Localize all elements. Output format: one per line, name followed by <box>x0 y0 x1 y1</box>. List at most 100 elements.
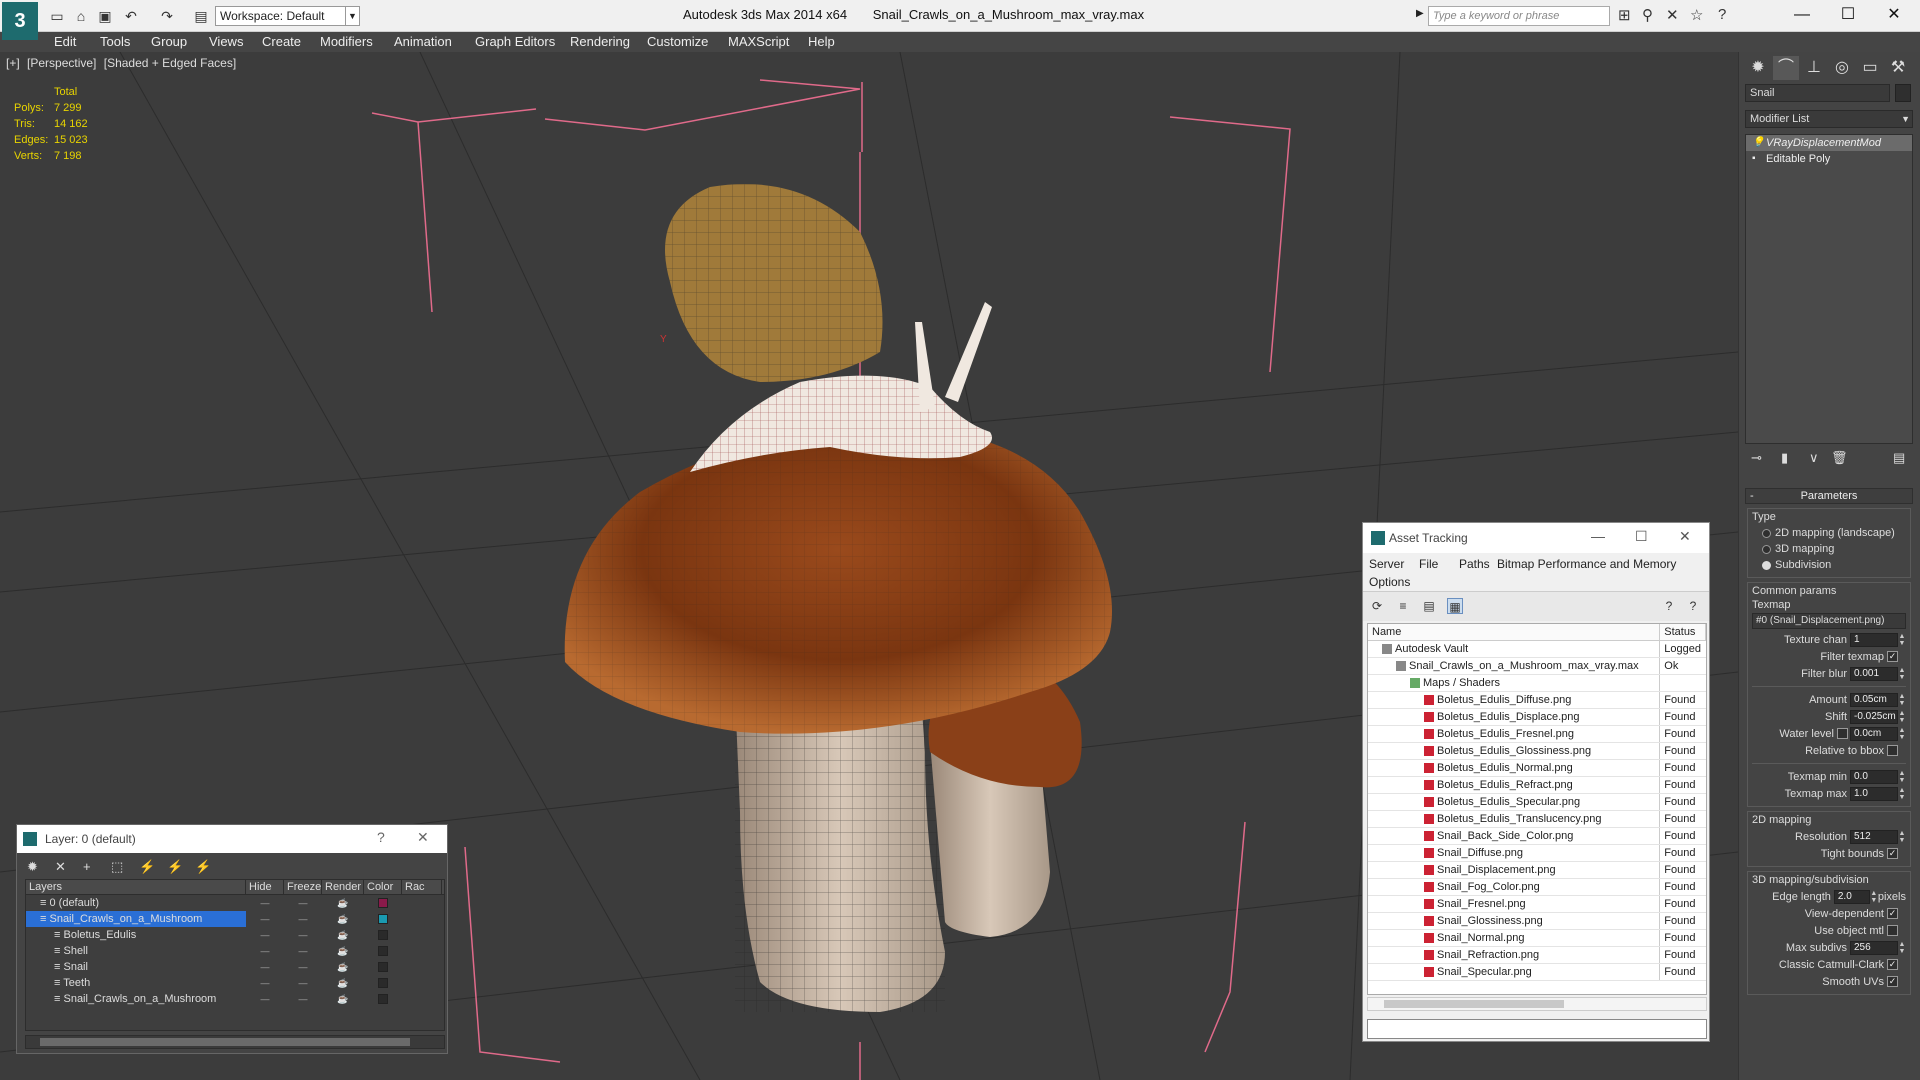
asset-row[interactable]: Boletus_Edulis_Translucency.png Found <box>1368 811 1706 828</box>
horizontal-scrollbar[interactable] <box>25 1035 445 1049</box>
freeze-toggle[interactable]: — <box>284 946 322 956</box>
freeze-toggle[interactable]: — <box>284 994 322 1004</box>
maximize-button[interactable]: ☐ <box>1828 4 1868 28</box>
subscription-icon[interactable]: ⚲ <box>1642 6 1653 24</box>
make-unique-icon[interactable]: ∨ <box>1809 450 1819 466</box>
spinner-arrows-icon[interactable]: ▲ ▼ <box>1898 727 1906 741</box>
create-tab-icon[interactable]: ✹ <box>1745 56 1771 80</box>
asset-row[interactable]: Snail_Fresnel.png Found <box>1368 896 1706 913</box>
menu-edit[interactable]: Edit <box>54 34 76 49</box>
radio-icon[interactable] <box>1762 560 1771 570</box>
layer-row[interactable]: ≡ Snail_Crawls_on_a_Mushroom — — ☕ <box>26 991 444 1007</box>
view-dependent-checkbox[interactable]: ✓ <box>1887 908 1898 919</box>
layer-row[interactable]: ≡ Teeth — — ☕ <box>26 975 444 991</box>
radio-subdivision[interactable]: Subdivision <box>1752 557 1906 573</box>
asset-row[interactable]: Snail_Displacement.png Found <box>1368 862 1706 879</box>
render-teapot-icon[interactable]: ☕ <box>322 914 364 925</box>
close-button[interactable]: ✕ <box>1679 528 1691 545</box>
water-level-spinner[interactable]: 0.0cm <box>1850 726 1898 741</box>
freeze-toggle[interactable]: — <box>284 978 322 988</box>
layer-row[interactable]: ≡ Snail_Crawls_on_a_Mushroom — — ☕ <box>26 911 444 927</box>
layer-name-cell[interactable]: ≡ Snail_Crawls_on_a_Mushroom <box>26 991 246 1007</box>
layer-color-swatch[interactable] <box>378 930 388 940</box>
search-expand-icon[interactable]: ▶ <box>1416 8 1424 19</box>
filter-blur-spinner[interactable]: 0.001 <box>1850 666 1898 681</box>
help-icon[interactable]: ? <box>1661 598 1677 614</box>
plus-box-icon[interactable]: ▪ <box>1752 151 1756 167</box>
new-file-icon[interactable]: ▭ <box>48 7 66 25</box>
menu-tools[interactable]: Tools <box>100 34 130 49</box>
asset-row[interactable]: Autodesk Vault Logged <box>1368 641 1706 658</box>
layer-color-swatch[interactable] <box>378 994 388 1004</box>
max-subdivs-spinner[interactable]: 256 <box>1850 940 1898 955</box>
freeze-toggle[interactable]: — <box>284 930 322 940</box>
menu-modifiers[interactable]: Modifiers <box>320 34 373 49</box>
horizontal-scrollbar[interactable] <box>1367 997 1707 1011</box>
spinner-arrows-icon[interactable]: ▲ ▼ <box>1898 667 1906 681</box>
close-button[interactable]: ✕ <box>1874 4 1914 28</box>
menu-maxscript[interactable]: MAXScript <box>728 34 789 49</box>
col-layers[interactable]: Layers <box>26 880 246 894</box>
smooth-uvs-checkbox[interactable]: ✓ <box>1887 976 1898 987</box>
utilities-tab-icon[interactable]: ⚒ <box>1885 56 1911 80</box>
hierarchy-tab-icon[interactable]: ⊥ <box>1801 56 1827 80</box>
relative-bbox-checkbox[interactable] <box>1887 745 1898 756</box>
layer-row[interactable]: ≡ Boletus_Edulis — — ☕ <box>26 927 444 943</box>
spinner-arrows-icon[interactable]: ▲ ▼ <box>1898 787 1906 801</box>
help-info-icon[interactable]: ? <box>1685 598 1701 614</box>
asset-row[interactable]: Snail_Back_Side_Color.png Found <box>1368 828 1706 845</box>
freeze-toggle[interactable]: — <box>284 914 322 924</box>
add-to-layer-icon[interactable]: + <box>83 859 91 874</box>
highlight-layer-icon[interactable]: ⚡ <box>139 859 155 875</box>
viewport-label[interactable]: [+] [Perspective] [Shaded + Edged Faces] <box>6 56 240 70</box>
shift-spinner[interactable]: -0.025cm <box>1850 709 1898 724</box>
layer-row[interactable]: ≡ 0 (default) — — ☕ <box>26 895 444 911</box>
hide-toggle[interactable]: — <box>246 978 284 988</box>
menu-server[interactable]: Server <box>1369 557 1404 571</box>
radio-3d-mapping[interactable]: 3D mapping <box>1752 541 1906 557</box>
layer-color-swatch[interactable] <box>378 962 388 972</box>
binoculars-icon[interactable]: ⊞ <box>1618 6 1631 24</box>
help-button[interactable]: ? <box>377 829 385 845</box>
radio-2d-mapping[interactable]: 2D mapping (landscape) <box>1752 525 1906 541</box>
layer-name-cell[interactable]: ≡ Boletus_Edulis <box>26 927 246 943</box>
menu-graph-editors[interactable]: Graph Editors <box>475 34 555 49</box>
resolution-spinner[interactable]: 512 <box>1850 829 1898 844</box>
table-view-icon[interactable]: ▦ <box>1447 598 1463 614</box>
asset-row[interactable]: Snail_Fog_Color.png Found <box>1368 879 1706 896</box>
freeze-all-icon[interactable]: ⚡ <box>195 859 211 875</box>
menu-paths[interactable]: Paths <box>1459 557 1490 571</box>
edge-length-spinner[interactable]: 2.0 <box>1833 889 1870 904</box>
col-name[interactable]: Name <box>1368 624 1661 640</box>
object-color-swatch[interactable] <box>1895 84 1911 102</box>
pin-stack-icon[interactable]: ⊸ <box>1751 450 1762 466</box>
col-radiosity[interactable]: Rac <box>402 880 442 894</box>
communication-center-icon[interactable]: ✕ <box>1666 6 1679 24</box>
asset-row[interactable]: Maps / Shaders <box>1368 675 1706 692</box>
stack-item-editable-poly[interactable]: ▪ Editable Poly <box>1746 151 1912 167</box>
asset-row[interactable]: Snail_Normal.png Found <box>1368 930 1706 947</box>
favorites-star-icon[interactable]: ☆ <box>1690 6 1703 24</box>
menu-rendering[interactable]: Rendering <box>570 34 630 49</box>
render-teapot-icon[interactable]: ☕ <box>322 978 364 989</box>
motion-tab-icon[interactable]: ◎ <box>1829 56 1855 80</box>
viewport-pov-menu[interactable]: [Perspective] <box>27 56 96 70</box>
close-button[interactable]: ✕ <box>417 829 429 846</box>
hide-all-icon[interactable]: ⚡ <box>167 859 183 875</box>
maximize-button[interactable]: ☐ <box>1635 528 1648 545</box>
asset-row[interactable]: Boletus_Edulis_Glossiness.png Found <box>1368 743 1706 760</box>
list-view-icon[interactable]: ≡ <box>1395 598 1411 614</box>
col-render[interactable]: Render <box>322 880 364 894</box>
asset-row[interactable]: Boletus_Edulis_Diffuse.png Found <box>1368 692 1706 709</box>
texture-chan-spinner[interactable]: 1 <box>1850 632 1898 647</box>
layer-color-swatch[interactable] <box>378 914 388 924</box>
spinner-arrows-icon[interactable]: ▲ ▼ <box>1898 633 1906 647</box>
hide-toggle[interactable]: — <box>246 994 284 1004</box>
project-folder-icon[interactable]: ▤ <box>192 7 210 25</box>
viewport-plus-menu[interactable]: [+] <box>6 56 20 70</box>
menu-options[interactable]: Options <box>1369 575 1410 589</box>
app-logo-icon[interactable]: 3 <box>2 2 38 40</box>
workspace-dropdown[interactable]: Workspace: Default ▼ <box>215 6 360 26</box>
menu-views[interactable]: Views <box>209 34 243 49</box>
remove-modifier-icon[interactable]: 🗑 <box>1831 450 1848 466</box>
